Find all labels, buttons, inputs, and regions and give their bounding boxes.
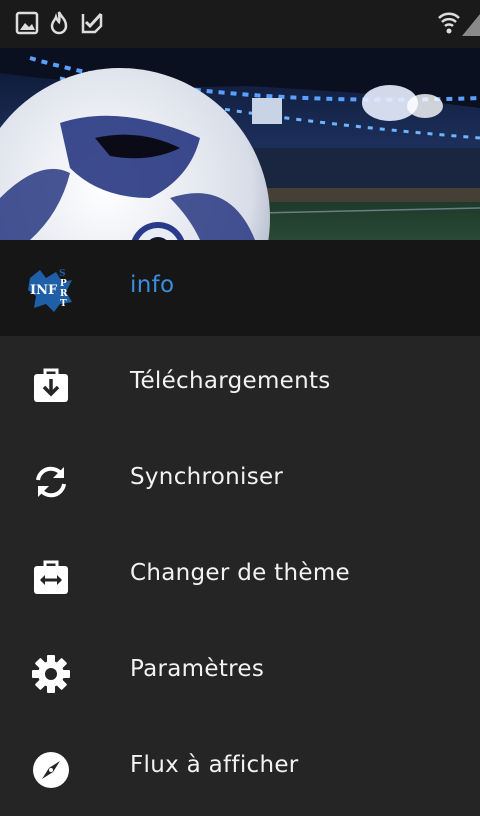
svg-text:T: T bbox=[60, 299, 67, 309]
compass-icon bbox=[31, 750, 71, 790]
svg-text:R: R bbox=[60, 289, 68, 299]
menu-item-label: info bbox=[130, 272, 175, 298]
navigation-menu: INF S P R T info Téléchargements Synchro… bbox=[0, 240, 480, 816]
menu-item-settings[interactable]: Paramètres bbox=[0, 624, 480, 720]
wifi-icon bbox=[437, 10, 461, 40]
soccer-ball-stadium-image bbox=[0, 48, 480, 240]
svg-text:P: P bbox=[60, 279, 67, 289]
flame-icon bbox=[47, 10, 71, 40]
header-image bbox=[0, 48, 480, 240]
menu-item-downloads[interactable]: Téléchargements bbox=[0, 336, 480, 432]
menu-item-label: Changer de thème bbox=[130, 560, 350, 586]
menu-item-info[interactable]: INF S P R T info bbox=[0, 240, 480, 336]
gear-icon bbox=[31, 654, 71, 694]
svg-text:INF: INF bbox=[30, 283, 58, 298]
download-bag-icon bbox=[31, 366, 71, 406]
menu-item-theme[interactable]: Changer de thème bbox=[0, 528, 480, 624]
menu-item-label: Synchroniser bbox=[130, 464, 284, 490]
menu-item-label: Flux à afficher bbox=[130, 752, 299, 778]
theme-switch-icon bbox=[31, 558, 71, 598]
image-icon bbox=[15, 10, 39, 40]
menu-item-sync[interactable]: Synchroniser bbox=[0, 432, 480, 528]
sync-icon bbox=[31, 462, 71, 502]
signal-icon bbox=[462, 14, 480, 40]
status-bar bbox=[0, 0, 480, 48]
checkbox-icon bbox=[80, 10, 104, 40]
svg-text:S: S bbox=[59, 269, 66, 279]
menu-item-feeds[interactable]: Flux à afficher bbox=[0, 720, 480, 816]
menu-item-label: Paramètres bbox=[130, 656, 265, 682]
menu-item-label: Téléchargements bbox=[130, 368, 331, 394]
info-sport-logo: INF S P R T bbox=[26, 264, 76, 314]
